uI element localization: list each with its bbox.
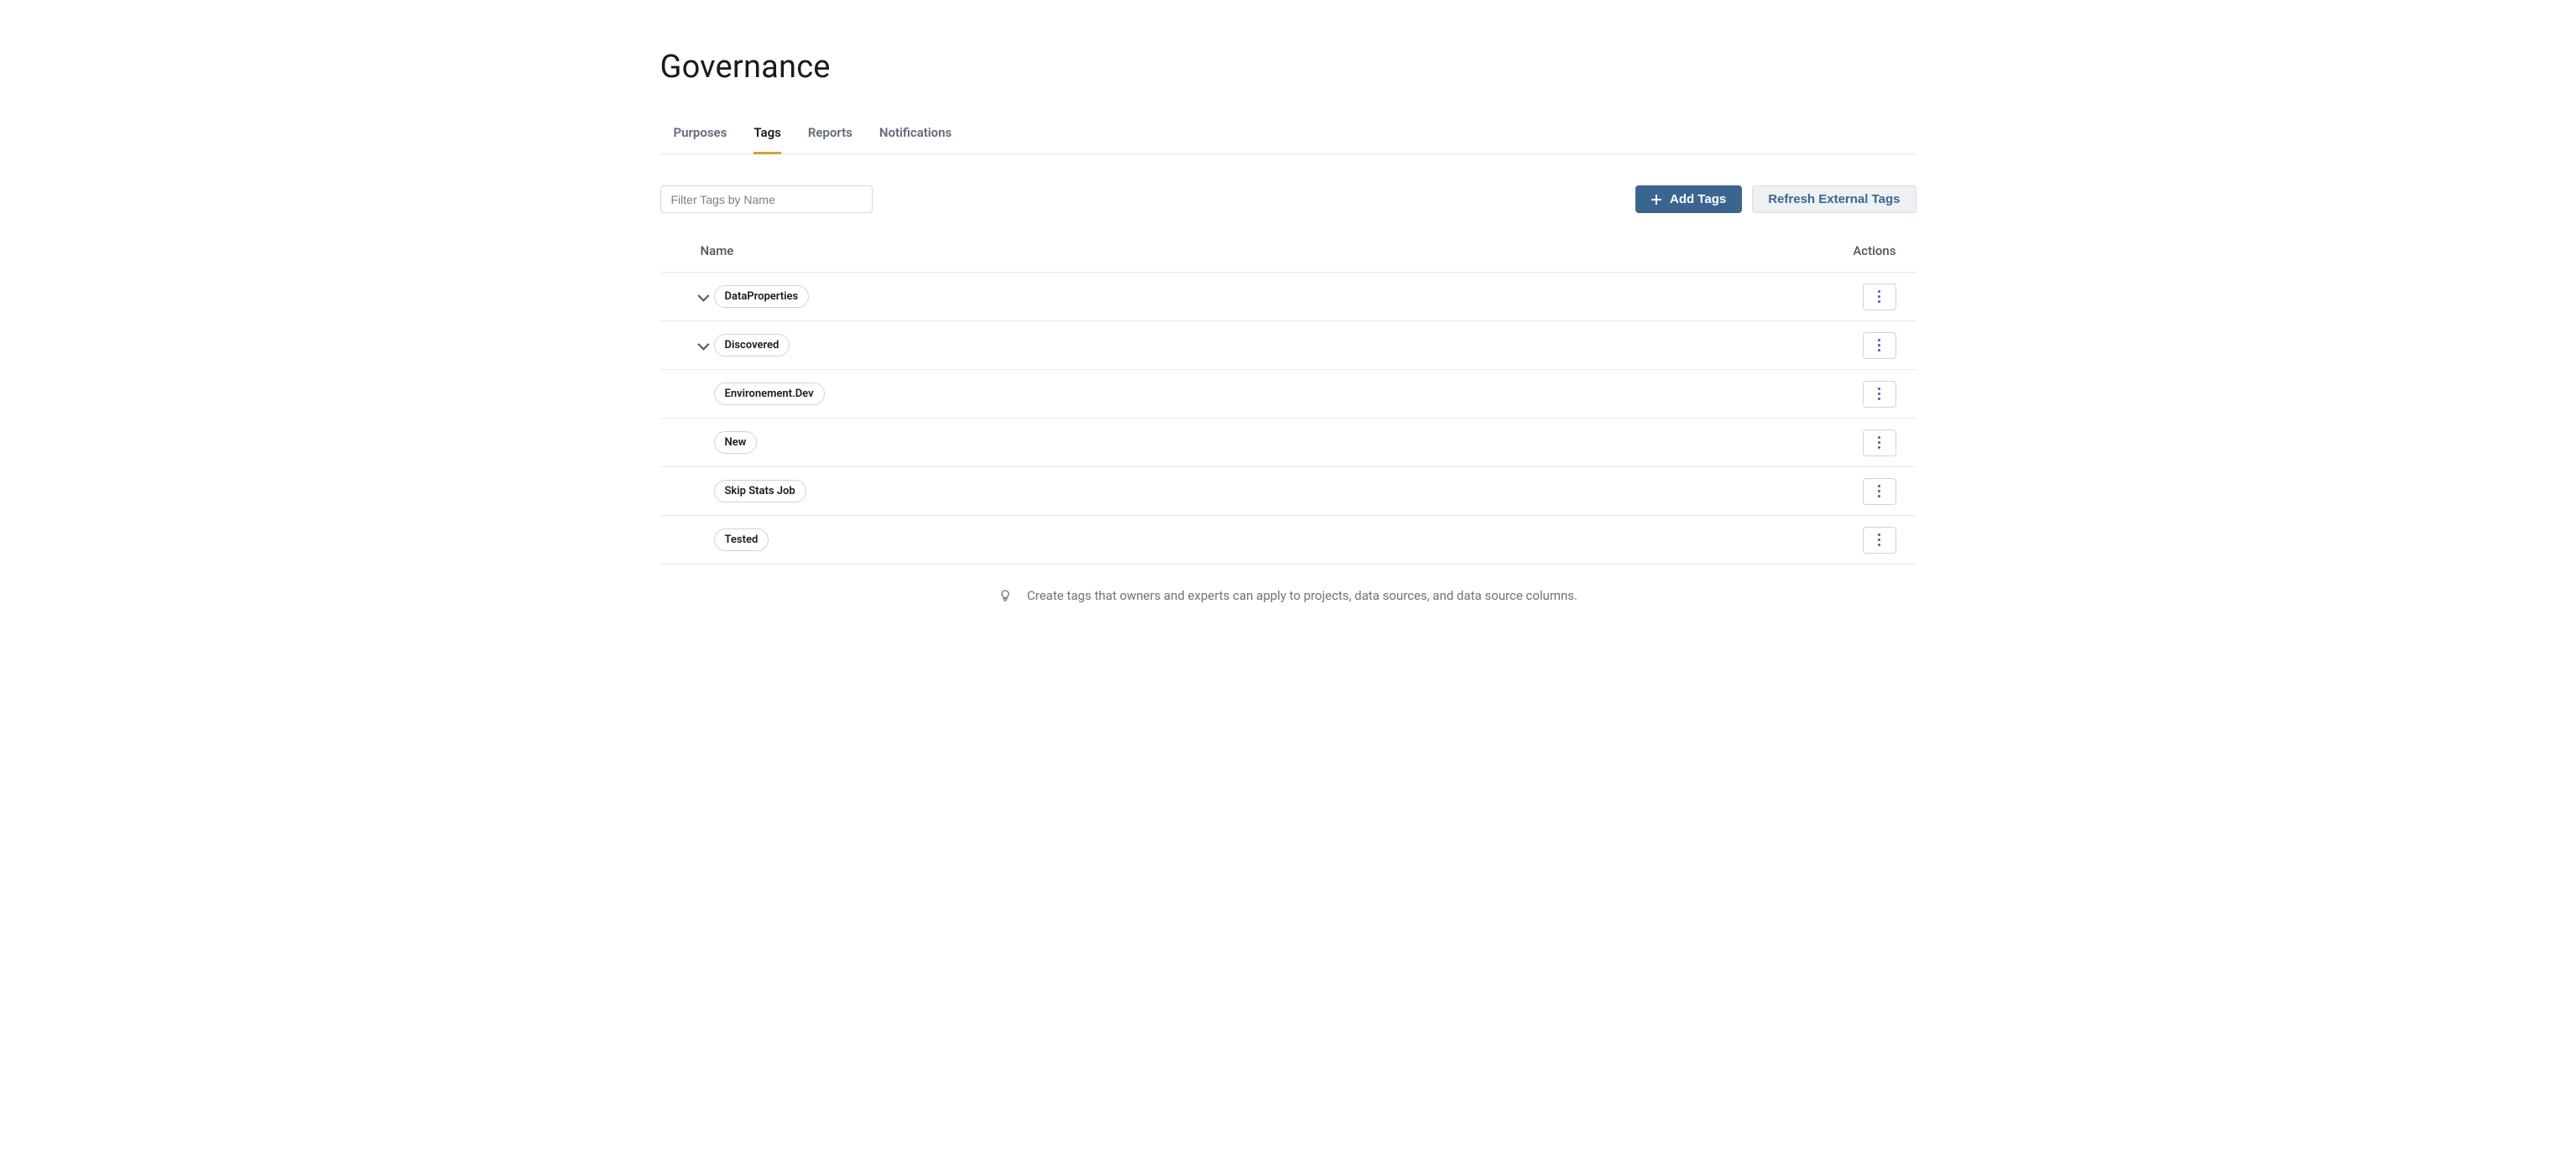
table-row: Skip Stats Job <box>660 467 1916 516</box>
table-row: Environement.Dev <box>660 370 1916 419</box>
add-tags-button[interactable]: Add Tags <box>1635 185 1742 213</box>
row-actions-button[interactable] <box>1863 381 1896 408</box>
tag-name-cell: DataProperties <box>714 285 1846 308</box>
chevron-down-icon <box>697 338 709 350</box>
page-title: Governance <box>660 49 1916 86</box>
tag-pill[interactable]: New <box>714 431 758 454</box>
row-actions-button[interactable] <box>1863 478 1896 505</box>
tag-name-cell: Discovered <box>714 334 1846 357</box>
tag-pill[interactable]: Tested <box>714 528 769 551</box>
table-row: Discovered <box>660 321 1916 370</box>
hint-banner: Create tags that owners and experts can … <box>660 588 1916 603</box>
tab-reports[interactable]: Reports <box>808 117 853 154</box>
expand-toggle[interactable] <box>691 293 714 301</box>
row-actions-button[interactable] <box>1863 284 1896 310</box>
actions-cell <box>1846 332 1896 359</box>
table-row: New <box>660 419 1916 467</box>
column-header-name: Name <box>701 243 1829 258</box>
tag-name-cell: Environement.Dev <box>714 383 1846 405</box>
plus-icon <box>1651 195 1661 205</box>
kebab-icon <box>1878 388 1880 400</box>
actions-cell <box>1846 527 1896 554</box>
table-header: Name Actions <box>660 230 1916 273</box>
tabs: Purposes Tags Reports Notifications <box>660 116 1916 154</box>
refresh-external-tags-label: Refresh External Tags <box>1768 192 1900 206</box>
tag-name-cell: New <box>714 431 1846 454</box>
chevron-down-icon <box>697 289 709 301</box>
kebab-icon <box>1878 534 1880 546</box>
actions-cell <box>1846 284 1896 310</box>
hint-text: Create tags that owners and experts can … <box>1027 588 1577 603</box>
actions-cell <box>1846 478 1896 505</box>
tags-table: Name Actions DataProperties Discovered Env… <box>660 230 1916 565</box>
column-header-actions: Actions <box>1829 243 1896 258</box>
kebab-icon <box>1878 485 1880 497</box>
row-actions-button[interactable] <box>1863 332 1896 359</box>
add-tags-label: Add Tags <box>1670 192 1726 206</box>
table-body: DataProperties Discovered Environement.Dev… <box>660 273 1916 565</box>
actions-cell <box>1846 381 1896 408</box>
refresh-external-tags-button[interactable]: Refresh External Tags <box>1752 185 1916 213</box>
lightbulb-icon <box>999 589 1012 602</box>
table-row: DataProperties <box>660 273 1916 321</box>
actions-cell <box>1846 429 1896 456</box>
tag-pill[interactable]: Skip Stats Job <box>714 480 806 502</box>
tag-name-cell: Skip Stats Job <box>714 480 1846 502</box>
tab-purposes[interactable]: Purposes <box>674 117 727 154</box>
kebab-icon <box>1878 436 1880 449</box>
tab-notifications[interactable]: Notifications <box>879 117 952 154</box>
toolbar-buttons: Add Tags Refresh External Tags <box>1635 185 1916 213</box>
tag-name-cell: Tested <box>714 528 1846 551</box>
row-actions-button[interactable] <box>1863 429 1896 456</box>
tag-pill[interactable]: DataProperties <box>714 285 810 308</box>
tab-tags[interactable]: Tags <box>754 117 781 154</box>
kebab-icon <box>1878 339 1880 351</box>
expand-toggle[interactable] <box>691 341 714 350</box>
tag-pill[interactable]: Discovered <box>714 334 790 357</box>
tag-pill[interactable]: Environement.Dev <box>714 383 825 405</box>
table-row: Tested <box>660 516 1916 565</box>
kebab-icon <box>1878 290 1880 303</box>
toolbar: Add Tags Refresh External Tags <box>660 185 1916 213</box>
filter-tags-input[interactable] <box>660 185 873 213</box>
row-actions-button[interactable] <box>1863 527 1896 554</box>
